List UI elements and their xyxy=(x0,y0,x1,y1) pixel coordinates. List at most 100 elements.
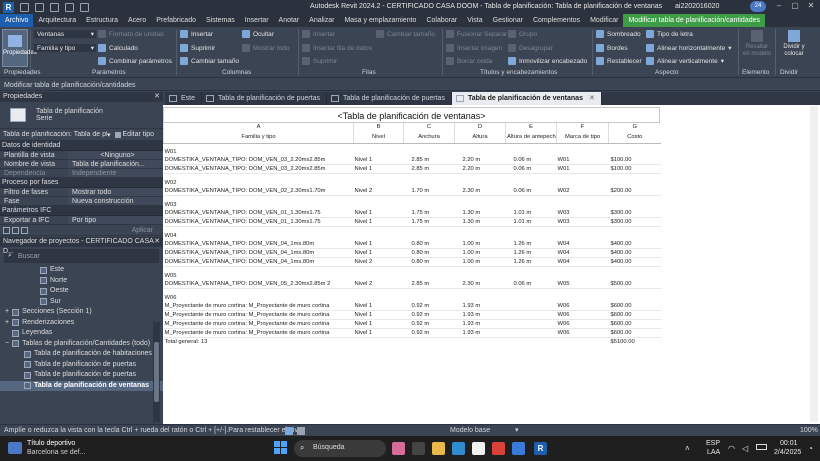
redo-icon[interactable] xyxy=(65,2,74,12)
combine-parameters-button[interactable]: Combinar parámetros xyxy=(98,57,172,65)
menu-tab-2[interactable]: Estructura xyxy=(81,14,123,27)
freeze-header-button[interactable]: Inmovilizar encabezado xyxy=(508,57,587,65)
font-button[interactable]: Tipo de letra xyxy=(646,30,693,38)
group-header-row[interactable]: W04 xyxy=(164,232,661,240)
close-icon[interactable]: ✕ xyxy=(154,237,160,247)
table-row-cell[interactable]: 1.00 m xyxy=(454,248,506,259)
chevron-down-icon[interactable]: ▾ xyxy=(107,131,111,139)
edge-icon[interactable] xyxy=(452,442,465,455)
table-row-cell[interactable]: 2.85 m xyxy=(403,156,455,166)
menu-tab-15[interactable]: Modificar tabla de planificación/cantida… xyxy=(623,14,765,27)
browser-item[interactable]: Tabla de planificación de puertas xyxy=(0,370,163,381)
menu-tab-3[interactable]: Acero xyxy=(123,14,151,27)
table-row-cell[interactable]: 0.06 m xyxy=(505,187,557,197)
table-row-cell[interactable]: Nivel 1 xyxy=(353,217,404,228)
table-row-cell[interactable]: 0.80 m xyxy=(403,248,455,259)
grid-icon[interactable] xyxy=(3,226,10,234)
table-row-cell[interactable]: $500.00 xyxy=(608,279,661,289)
browser-item[interactable]: + Secciones (Sección 1) xyxy=(0,307,163,318)
browser-item[interactable]: Este xyxy=(0,265,163,276)
news-title[interactable]: Título deportivo xyxy=(27,440,75,447)
table-row-cell[interactable]: Nivel 2 xyxy=(353,257,404,268)
table-row-cell[interactable]: Nivel 1 xyxy=(353,301,404,311)
minimize-icon[interactable]: – xyxy=(772,1,786,12)
table-row-cell[interactable]: Nivel 2 xyxy=(353,187,404,197)
table-row-cell[interactable]: 1.93 m xyxy=(454,301,506,311)
shading-button[interactable]: Sombreado xyxy=(596,30,641,38)
browser-search-input[interactable]: Buscar xyxy=(18,253,40,260)
menu-tab-13[interactable]: Complementos xyxy=(528,14,585,27)
schedule-title[interactable]: <Tabla de planificación de ventanas> xyxy=(163,107,660,123)
table-row-cell[interactable]: 2.85 m xyxy=(403,279,455,289)
language-sub[interactable]: LAA xyxy=(707,449,720,456)
sort-icon[interactable] xyxy=(12,226,19,234)
column-header-cell[interactable]: Anchura xyxy=(403,131,455,144)
table-row-cell[interactable]: $100.00 xyxy=(608,164,661,175)
group-button[interactable]: Grupo xyxy=(508,30,537,38)
table-row-cell[interactable]: W04 xyxy=(556,248,609,259)
table-row-cell[interactable]: W06 xyxy=(556,319,609,329)
table-row-cell[interactable]: 0.06 m xyxy=(505,279,557,289)
table-row-cell[interactable] xyxy=(505,310,557,320)
task-view-icon[interactable] xyxy=(412,442,425,455)
property-value[interactable]: Independiente xyxy=(68,169,163,177)
table-row-cell[interactable] xyxy=(505,328,557,338)
table-row[interactable]: M_Proyectante de muro cortina: M_Proyect… xyxy=(163,328,661,338)
table-row-cell[interactable]: Nivel 1 xyxy=(353,248,404,259)
table-row-cell[interactable]: $400.00 xyxy=(608,240,661,250)
windows-start-icon[interactable] xyxy=(274,441,288,455)
view-tab[interactable]: Este xyxy=(165,92,203,105)
table-row-cell[interactable]: W01 xyxy=(556,164,609,175)
table-row-cell[interactable]: $300.00 xyxy=(608,217,661,228)
revit-taskbar-icon[interactable]: R xyxy=(534,442,547,455)
resize-column-button[interactable]: Cambiar tamaño xyxy=(180,57,239,65)
align-vertical-button[interactable]: Alinear verticalmente ▾ xyxy=(646,57,724,65)
table-row-cell[interactable]: 0.92 m xyxy=(403,301,455,311)
view-tab[interactable]: Tabla de planificación de puertas xyxy=(327,92,452,105)
table-row-cell[interactable]: 2.85 m xyxy=(403,164,455,175)
table-row-cell[interactable]: 0.80 m xyxy=(403,257,455,268)
table-row[interactable]: DOMESTIKA_VENTANA_TIPO: DOM_VEN_04_1mx.8… xyxy=(163,248,661,259)
group-name[interactable]: W05 xyxy=(164,272,661,280)
table-row-cell[interactable]: W06 xyxy=(556,328,609,338)
browser-item[interactable]: Leyendas xyxy=(0,328,163,339)
table-row-cell[interactable]: 2.20 m xyxy=(454,156,506,166)
mail-icon[interactable] xyxy=(512,442,525,455)
section-phases[interactable]: Proceso por fases xyxy=(0,178,163,188)
table-row-cell[interactable]: DOMESTIKA_VENTANA_TIPO: DOM_VEN_03_2.20m… xyxy=(163,164,354,175)
table-row-cell[interactable]: W03 xyxy=(556,209,609,219)
open-icon[interactable] xyxy=(20,2,29,12)
collapse-icon[interactable]: − xyxy=(5,339,9,350)
insert-image-button[interactable]: Insertar imagen xyxy=(446,44,502,52)
table-row-cell[interactable]: 1.75 m xyxy=(403,209,455,219)
table-row-cell[interactable]: 0.06 m xyxy=(505,156,557,166)
user-name[interactable]: ai2202016020 xyxy=(675,3,719,10)
merge-unmerge-button[interactable]: Fusionar Separar xyxy=(446,30,507,38)
table-row[interactable]: DOMESTIKA_VENTANA_TIPO: DOM_VEN_04_1mx.8… xyxy=(163,240,661,250)
table-row-cell[interactable]: DOMESTIKA_VENTANA_TIPO: DOM_VEN_01_1.30m… xyxy=(163,209,354,219)
table-row[interactable]: DOMESTIKA_VENTANA_TIPO: DOM_VEN_05_2.30m… xyxy=(163,279,661,289)
table-row-cell[interactable]: 0.92 m xyxy=(403,310,455,320)
browser-item[interactable]: − Tablas de planificación/Cantidades (tod… xyxy=(0,339,163,350)
table-row-cell[interactable]: Nivel 2 xyxy=(353,279,404,289)
table-row-cell[interactable]: 2.20 m xyxy=(454,164,506,175)
table-row-cell[interactable]: Nivel 1 xyxy=(353,328,404,338)
notification-bell-icon[interactable]: ◔ xyxy=(808,444,813,453)
total-row[interactable]: Total general: 13 $5100.00 xyxy=(163,336,661,346)
store-icon[interactable] xyxy=(472,442,485,455)
table-row-cell[interactable]: $400.00 xyxy=(608,248,661,259)
table-row-cell[interactable]: 1.70 m xyxy=(403,187,455,197)
file-explorer-icon[interactable] xyxy=(432,442,445,455)
parameter-field-select[interactable]: Familia y tipo ▾ xyxy=(34,44,96,52)
browser-item[interactable]: + Renderizaciones xyxy=(0,318,163,329)
close-icon[interactable]: ✕ xyxy=(804,1,818,12)
table-row-cell[interactable]: 1.00 m xyxy=(454,240,506,250)
menu-tab-8[interactable]: Analizar xyxy=(304,14,339,27)
news-sub[interactable]: Barcelona se def... xyxy=(27,449,85,456)
table-row-cell[interactable]: W04 xyxy=(556,257,609,268)
clear-cell-button[interactable]: Borrar celda xyxy=(446,57,492,65)
property-value[interactable]: Mostrar todo xyxy=(68,188,163,196)
column-header-cell[interactable]: Marca de tipo xyxy=(556,131,609,144)
table-row-cell[interactable]: 1.26 m xyxy=(505,257,557,268)
group-name[interactable]: W01 xyxy=(164,148,661,156)
